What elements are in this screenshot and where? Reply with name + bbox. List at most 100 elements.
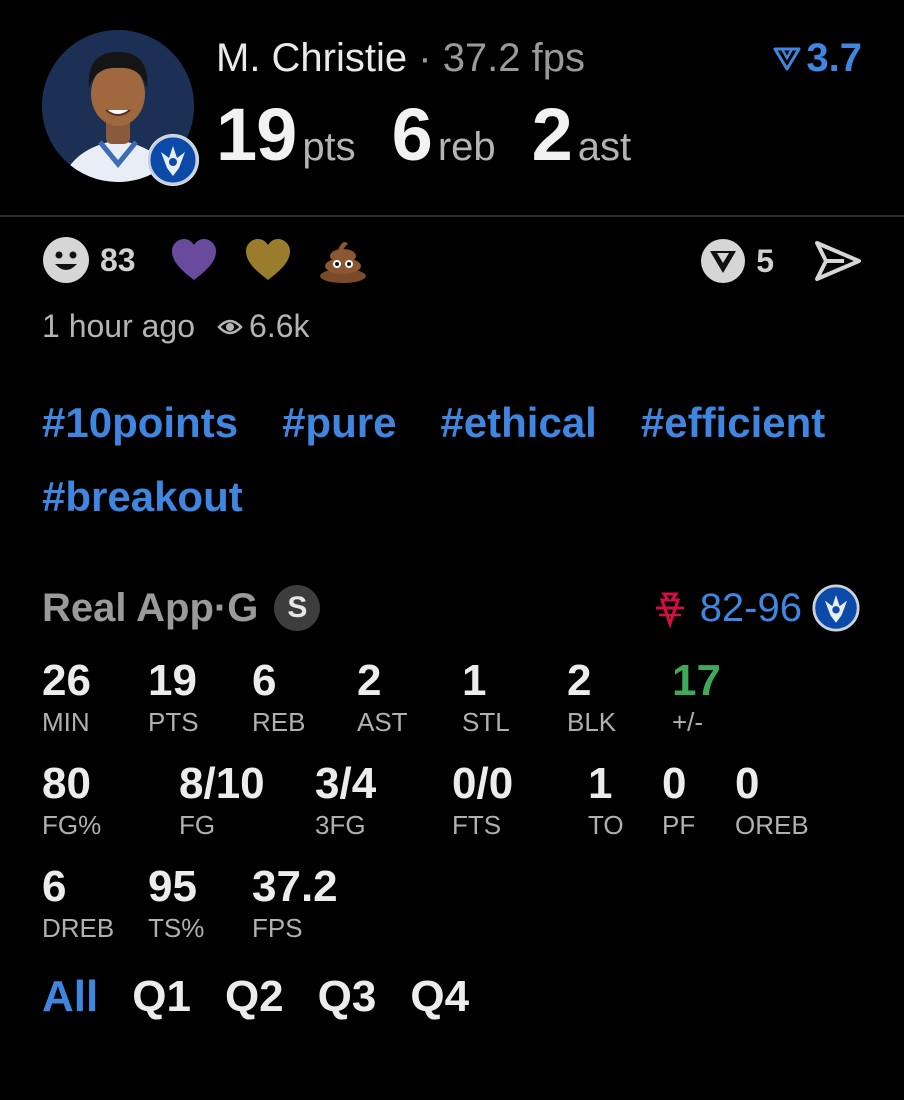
- stat-label: PF: [662, 810, 696, 840]
- stat-cell-fg: 8/10 FG: [179, 759, 265, 841]
- stat-cell-blk: 2 BLK: [567, 656, 616, 738]
- vote-down-icon: [773, 47, 801, 70]
- stat-label: 3FG: [315, 810, 366, 840]
- stat-cell-to: 1 TO: [588, 759, 624, 841]
- hashtag[interactable]: #10points: [42, 400, 238, 446]
- game-header: Real App · G S 82-96: [42, 584, 860, 632]
- headline-stats: 19 pts 6 reb 2 ast: [216, 92, 667, 177]
- gold-heart-icon[interactable]: [244, 238, 292, 282]
- stat-value: 2: [357, 656, 382, 705]
- stat-cell-pts: 19 PTS: [148, 656, 199, 738]
- stat-cell-reb: 6 REB: [252, 656, 305, 738]
- stat-label: BLK: [567, 707, 617, 737]
- stat-cell-fps: 37.2 FPS: [252, 862, 338, 944]
- tab-q2[interactable]: Q2: [225, 972, 284, 1022]
- stat-value: 2: [567, 656, 592, 705]
- stat-label: REB: [252, 707, 306, 737]
- stat-label: FPS: [252, 913, 303, 943]
- stat-value: 95: [148, 862, 197, 911]
- player-position: G: [227, 585, 259, 630]
- stat-cell-ast: 2 AST: [357, 656, 408, 738]
- view-count: 6.6k: [249, 308, 310, 344]
- stat-value: 80: [42, 759, 91, 808]
- assists-value: 2: [531, 93, 573, 176]
- source-name: Real App: [42, 585, 214, 630]
- stat-value: 0/0: [452, 759, 514, 808]
- stat-label: OREB: [735, 810, 809, 840]
- rockets-logo-icon: [655, 592, 684, 628]
- stat-label: TS%: [148, 913, 205, 943]
- player-fps: 37.2 fps: [442, 36, 586, 80]
- vote-count: 5: [756, 242, 774, 279]
- tab-q1[interactable]: Q1: [132, 972, 191, 1022]
- stat-cell-min: 26 MIN: [42, 656, 91, 738]
- hashtag[interactable]: #ethical: [440, 400, 596, 446]
- rebounds-value: 6: [391, 93, 433, 176]
- tab-q3[interactable]: Q3: [318, 972, 377, 1022]
- points-value: 19: [216, 93, 297, 176]
- stat-value: 19: [148, 656, 197, 705]
- stat-cell-plus-minus: 17 +/-: [672, 656, 721, 738]
- post-meta: 1 hour ago 6.6k: [42, 308, 310, 345]
- stat-value: 37.2: [252, 862, 338, 911]
- stat-cell-fg-pct: 80 FG%: [42, 759, 101, 841]
- stat-label: TO: [588, 810, 624, 840]
- mavericks-logo-icon: [812, 584, 860, 632]
- stat-value: 0: [662, 759, 687, 808]
- stat-cell-dreb: 6 DREB: [42, 862, 114, 944]
- stat-cell-fts: 0/0 FTS: [452, 759, 513, 841]
- stat-cell-stl: 1 STL: [462, 656, 510, 738]
- stat-value: 17: [672, 656, 721, 705]
- smile-count: 83: [100, 241, 136, 278]
- stat-label: MIN: [42, 707, 90, 737]
- smile-icon[interactable]: [42, 236, 90, 284]
- stat-value: 6: [42, 862, 67, 911]
- score-value: 82-96: [699, 585, 802, 630]
- player-name[interactable]: M. Christie: [216, 36, 407, 80]
- stat-value: 26: [42, 656, 91, 705]
- name-separator: ·: [407, 36, 443, 80]
- hashtag[interactable]: #pure: [282, 400, 396, 446]
- assists-label: ast: [577, 125, 632, 169]
- source-separator: ·: [213, 585, 228, 630]
- stats-source: Real App · G S: [42, 585, 321, 631]
- rebounds-label: reb: [437, 125, 496, 169]
- starter-badge: S: [274, 585, 321, 631]
- hashtag[interactable]: #breakout: [42, 474, 243, 520]
- stat-value: 6: [252, 656, 277, 705]
- hashtag[interactable]: #efficient: [641, 400, 825, 446]
- stat-label: PTS: [148, 707, 199, 737]
- stat-label: AST: [357, 707, 408, 737]
- tab-all[interactable]: All: [42, 972, 98, 1022]
- stat-value: 1: [588, 759, 613, 808]
- points-label: pts: [302, 125, 356, 169]
- stat-value: 3/4: [315, 759, 377, 808]
- tab-q4[interactable]: Q4: [410, 972, 469, 1022]
- purple-heart-icon[interactable]: [170, 238, 218, 282]
- stat-value: 0: [735, 759, 760, 808]
- stat-label: STL: [462, 707, 510, 737]
- share-group: 5: [700, 238, 862, 284]
- stat-label: FG%: [42, 810, 102, 840]
- hashtag-list: #10points #pure #ethical #efficient #bre…: [42, 400, 872, 520]
- vote-score[interactable]: 3.7: [772, 36, 862, 81]
- stat-cell-pf: 0 PF: [662, 759, 695, 841]
- player-name-line[interactable]: M. Christie · 37.2 fps: [216, 36, 585, 81]
- divider: [0, 215, 904, 217]
- stat-cell-oreb: 0 OREB: [735, 759, 809, 841]
- send-icon[interactable]: [814, 240, 862, 282]
- eye-icon: [217, 319, 243, 334]
- game-score[interactable]: 82-96: [650, 584, 860, 632]
- vote-circle-icon[interactable]: [700, 238, 746, 284]
- stat-label: DREB: [42, 913, 115, 943]
- poop-icon[interactable]: [318, 236, 368, 284]
- stat-cell-3fg: 3/4 3FG: [315, 759, 376, 841]
- stat-value: 8/10: [179, 759, 265, 808]
- stat-cell-ts-pct: 95 TS%: [148, 862, 204, 944]
- vote-value: 3.7: [806, 36, 862, 80]
- reactions-bar: 83: [42, 236, 368, 284]
- stat-label: FTS: [452, 810, 502, 840]
- quarter-tabs: All Q1 Q2 Q3 Q4: [42, 972, 469, 1022]
- stat-label: FG: [179, 810, 216, 840]
- post-time: 1 hour ago: [42, 308, 196, 344]
